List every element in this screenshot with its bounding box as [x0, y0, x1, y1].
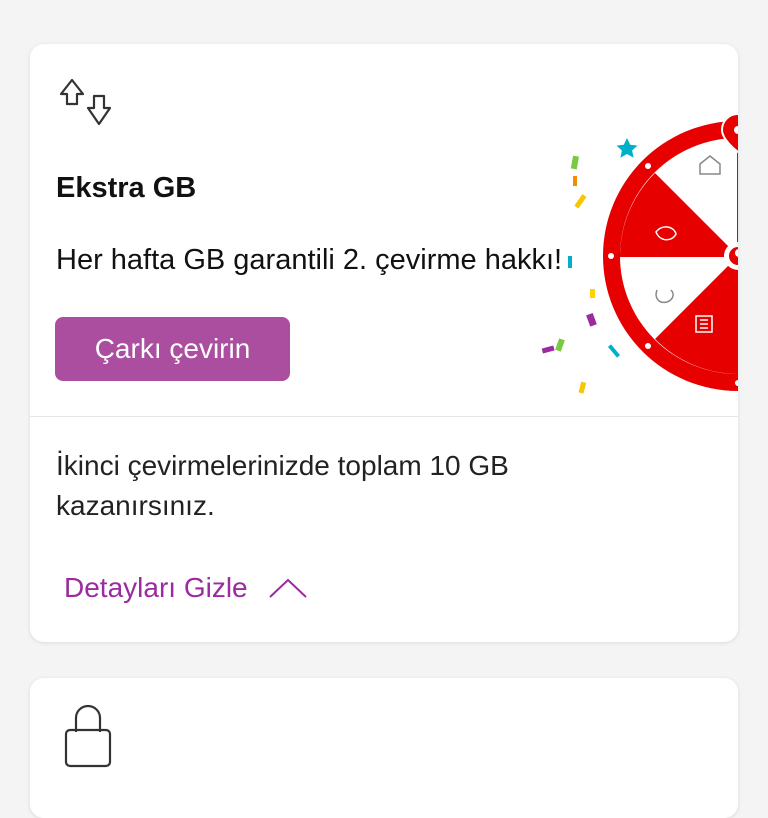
- card-title: Ekstra GB: [56, 172, 197, 204]
- spin-wheel-button[interactable]: Çarkı çevirin: [55, 317, 290, 381]
- hide-details-label: Detayları Gizle: [64, 572, 248, 603]
- prize-wheel-illustration: [541, 112, 738, 394]
- divider: [30, 416, 738, 417]
- details-text: İkinci çevirmelerinizde toplam 10 GB kaz…: [56, 450, 509, 521]
- data-transfer-arrows-icon: [59, 78, 112, 126]
- card-description: Her hafta GB garantili 2. çevirme hakkı!: [56, 244, 563, 276]
- ekstra-gb-card: Ekstra GB Her hafta GB garantili 2. çevi…: [30, 44, 738, 642]
- next-offer-card: [30, 678, 738, 818]
- shopping-bag-icon: [64, 704, 112, 768]
- hide-details-toggle[interactable]: Detayları Gizle: [64, 572, 308, 604]
- chevron-up-icon: [268, 578, 307, 598]
